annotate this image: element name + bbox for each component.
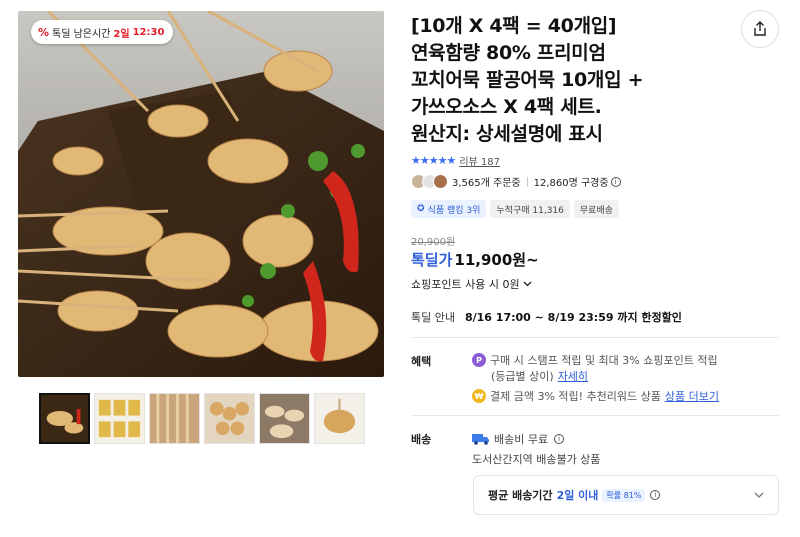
benefits-label: 혜택 (411, 355, 432, 368)
deal-timer-chip: % 톡딜 남은시간 2일 12:30 (31, 20, 174, 44)
review-count-link[interactable]: 리뷰 187 (459, 153, 500, 168)
free-shipping-badge: 무료배송 (573, 200, 620, 218)
badge-row: ✪ 식품 랭킹 3위 누적구매 11,316 무료배송 (411, 200, 620, 218)
main-product-image[interactable]: % 톡딜 남은시간 2일 12:30 (18, 11, 384, 377)
thumbnail-6[interactable] (314, 393, 365, 444)
probability-badge: 확률 81% (602, 488, 646, 502)
rating-row: ★★★★★ 리뷰 187 (411, 153, 500, 168)
buyer-avatars (411, 174, 448, 189)
shipping-fee-text: 배송비 무료 (494, 433, 549, 446)
share-icon (754, 21, 766, 36)
benefit-reward-text: 결제 금액 3% 적립! 추천리워드 상품 (490, 390, 661, 403)
reward-icon: ₩ (472, 389, 486, 403)
ranking-badge[interactable]: ✪ 식품 랭킹 3위 (411, 200, 487, 218)
stats-row: 3,565개 주문중 12,860명 구경중 i (411, 174, 621, 189)
title-line: 연육함량 80% 프리미엄 (411, 42, 606, 64)
order-count: 3,565개 주문중 (452, 178, 521, 189)
thumbnail-3[interactable] (149, 393, 200, 444)
title-line: 원산지: 상세설명에 표시 (411, 123, 603, 145)
original-price: 20,900원 (411, 237, 456, 248)
thumbnail-strip (39, 393, 365, 444)
chevron-down-icon (754, 492, 764, 498)
avatar (433, 174, 448, 189)
details-link[interactable]: 자세히 (558, 368, 588, 384)
point-icon: P (472, 353, 486, 367)
divider (411, 337, 779, 338)
product-title: [10개 X 4팩 = 40개입] 연육함량 80% 프리미엄 꼬치어묵 팔공어… (411, 13, 731, 148)
deal-price-label: 톡딜가 (411, 251, 453, 269)
divider (411, 415, 779, 416)
deal-timer-time: 12:30 (132, 26, 165, 38)
title-line: [10개 X 4팩 = 40개입] (411, 15, 617, 37)
deal-timer-label: 톡딜 남은시간 (52, 28, 111, 40)
thumbnail-4[interactable] (204, 393, 255, 444)
percent-icon: % (38, 25, 50, 39)
share-button[interactable] (741, 10, 779, 48)
viewer-count: 12,860명 구경중 (533, 178, 609, 189)
benefit-stamp-line: P 구매 시 스탬프 적립 및 최대 3% 쇼핑포인트 적립 (472, 352, 718, 368)
avg-delivery-value: 2일 이내 (556, 489, 599, 502)
benefit-stamp-text: 구매 시 스탬프 적립 및 최대 3% 쇼핑포인트 적립 (490, 354, 718, 367)
more-products-link[interactable]: 상품 더보기 (665, 388, 719, 404)
ranking-badge-label: 식품 랭킹 3위 (427, 205, 481, 216)
cumulative-badge: 누적구매 11,316 (490, 200, 570, 218)
star-rating-icon: ★★★★★ (411, 154, 456, 167)
title-line: 가쓰오소스 X 4팩 세트. (411, 96, 602, 118)
points-dropdown[interactable]: 쇼핑포인트 사용 시 0원 (411, 276, 532, 292)
fishcake-skewers-photo (18, 11, 384, 377)
title-line: 꼬치어묵 팔공어묵 10개입 + (411, 69, 644, 91)
deal-price: 톡딜가 11,900원~ (411, 249, 539, 270)
chevron-down-icon (523, 281, 532, 287)
benefit-grade-text: (등급별 상이) (491, 370, 554, 383)
shipping-label: 배송 (411, 433, 432, 446)
thumbnail-1[interactable] (39, 393, 90, 444)
info-icon[interactable]: i (554, 434, 565, 444)
shipping-note-text: 도서산간지역 배송불가 상품 (472, 453, 601, 466)
deal-info-value: 8/16 17:00 ~ 8/19 23:59 까지 한정할인 (464, 311, 682, 324)
deal-timer-days: 2일 (113, 28, 130, 40)
avg-delivery-label: 평균 배송기간 (488, 489, 553, 502)
avg-delivery-dropdown[interactable]: 평균 배송기간 2일 이내 확률 81% i (473, 475, 779, 515)
ranking-icon: ✪ (417, 204, 425, 214)
deal-info-row: 톡딜 안내 8/16 17:00 ~ 8/19 23:59 까지 한정할인 (411, 309, 682, 325)
thumbnail-2[interactable] (94, 393, 145, 444)
deal-info-label: 톡딜 안내 (411, 311, 455, 324)
info-icon[interactable]: i (610, 176, 621, 187)
info-icon[interactable]: i (650, 490, 661, 500)
divider (526, 176, 528, 187)
benefit-reward-line: ₩ 결제 금액 3% 적립! 추천리워드 상품 상품 더보기 (472, 388, 719, 404)
shipping-fee-line: 배송비 무료 i (472, 431, 565, 447)
truck-icon (472, 434, 489, 445)
thumbnail-5[interactable] (259, 393, 310, 444)
points-text: 쇼핑포인트 사용 시 0원 (411, 278, 520, 291)
shipping-note-line: 도서산간지역 배송불가 상품 (472, 451, 600, 467)
deal-price-value: 11,900원~ (454, 251, 539, 269)
benefit-grade-line: (등급별 상이) 자세히 (491, 368, 588, 384)
